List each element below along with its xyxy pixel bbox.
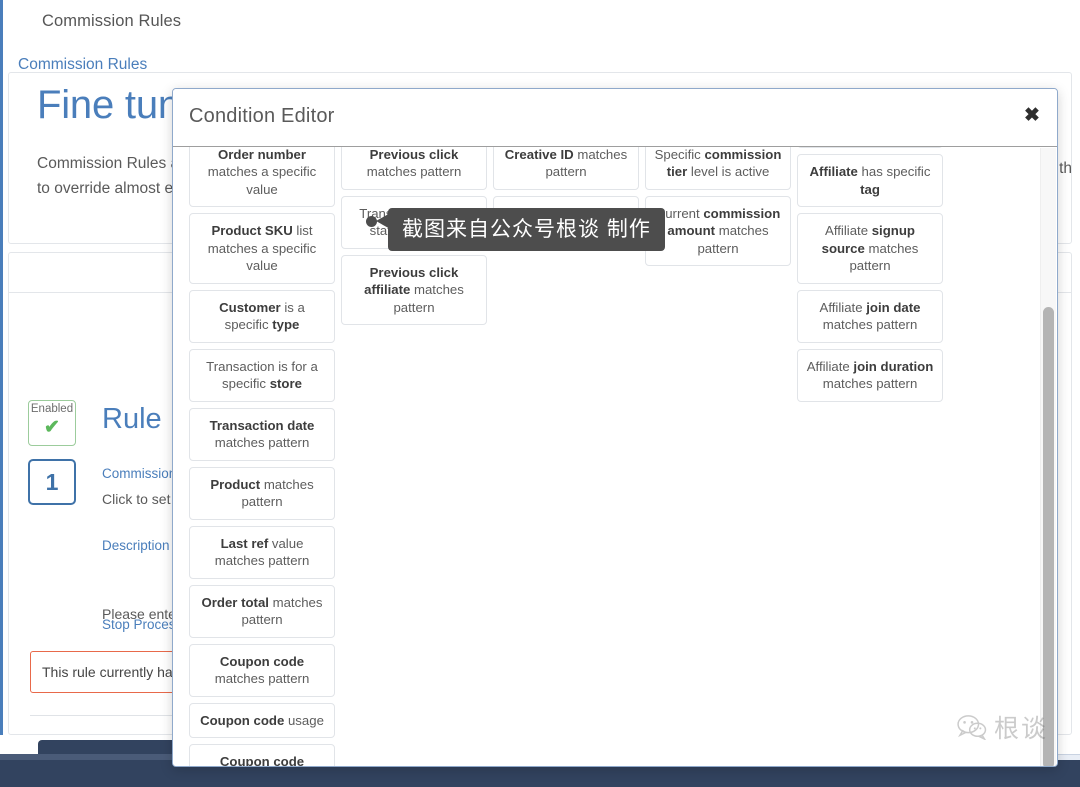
condition-option[interactable]: Specific commission tier level is active (645, 147, 791, 190)
condition-option[interactable]: Affiliate signup source matches pattern (797, 213, 943, 284)
condition-option[interactable]: Affiliate join duration matches pattern (797, 348, 943, 402)
condition-option[interactable]: Coupon code availability (189, 744, 335, 766)
condition-option[interactable]: Coupon code usage (189, 702, 335, 738)
condition-column-transaction-conditions: specific typeOrder number matches a spec… (189, 147, 335, 766)
condition-option[interactable]: reaches a specific value (797, 147, 943, 148)
condition-option[interactable]: Affiliate has specific tag (797, 154, 943, 207)
condition-option[interactable]: Previous click matches pattern (341, 147, 487, 190)
page-left-accent-bar (0, 0, 3, 735)
condition-option[interactable]: Current commission amount matches patter… (645, 195, 791, 266)
commission-field-label: Commission (102, 466, 177, 481)
condition-option[interactable]: Order total matches pattern (189, 584, 335, 638)
condition-option[interactable]: Creative ID matches pattern (493, 147, 639, 190)
condition-option[interactable]: Last ref value matches pattern (189, 525, 335, 579)
watermark-logo: 根谈 (957, 709, 1048, 745)
condition-column-affiliate-conditions: reaches a specific value Affiliate has sp… (797, 147, 943, 766)
tab-commission-rules[interactable]: Commission Rules (18, 56, 147, 74)
description-field-label: Description (102, 538, 170, 553)
condition-option[interactable]: Customer is a specific type (189, 289, 335, 343)
rule-number-badge[interactable]: 1 (28, 459, 76, 505)
rule-enabled-label: Enabled (30, 403, 74, 415)
condition-column-commission-conditions: specific sourceSpecific commission tier … (645, 147, 791, 766)
condition-option[interactable]: Transaction date matches pattern (189, 407, 335, 461)
breadcrumb[interactable]: Commission Rules (42, 12, 181, 31)
wechat-icon (957, 715, 987, 740)
background-right-text-fragment: th (1059, 160, 1072, 177)
condition-option[interactable]: Transaction is for a specific store (189, 348, 335, 402)
condition-option[interactable]: Product SKU list matches a specific valu… (189, 213, 335, 284)
rule-enabled-badge[interactable]: Enabled ✔ (28, 400, 76, 446)
condition-editor-dialog: Condition Editor ✖ specific typeOrder nu… (172, 88, 1058, 767)
close-icon[interactable]: ✖ (1019, 103, 1045, 129)
condition-option[interactable]: Order number matches a specific value (189, 147, 335, 207)
watermark-tooltip: 截图来自公众号根谈 制作 (388, 208, 665, 251)
check-icon: ✔ (44, 417, 60, 438)
dialog-header: Condition Editor ✖ (173, 89, 1057, 147)
rule-title: Rule (102, 403, 162, 435)
dialog-title: Condition Editor (189, 105, 335, 127)
commission-field-value[interactable]: Click to set (102, 489, 170, 510)
condition-option[interactable]: Affiliate join date matches pattern (797, 289, 943, 343)
watermark-logo-text: 根谈 (993, 715, 1048, 743)
condition-option[interactable]: Product matches pattern (189, 466, 335, 520)
dialog-vertical-scrollbar-thumb[interactable] (1043, 307, 1054, 766)
screen: Commission Rules Fine tuning commission … (0, 0, 1080, 787)
condition-option[interactable]: Coupon code matches pattern (189, 643, 335, 697)
condition-option[interactable]: Previous click affiliate matches pattern (341, 254, 487, 325)
